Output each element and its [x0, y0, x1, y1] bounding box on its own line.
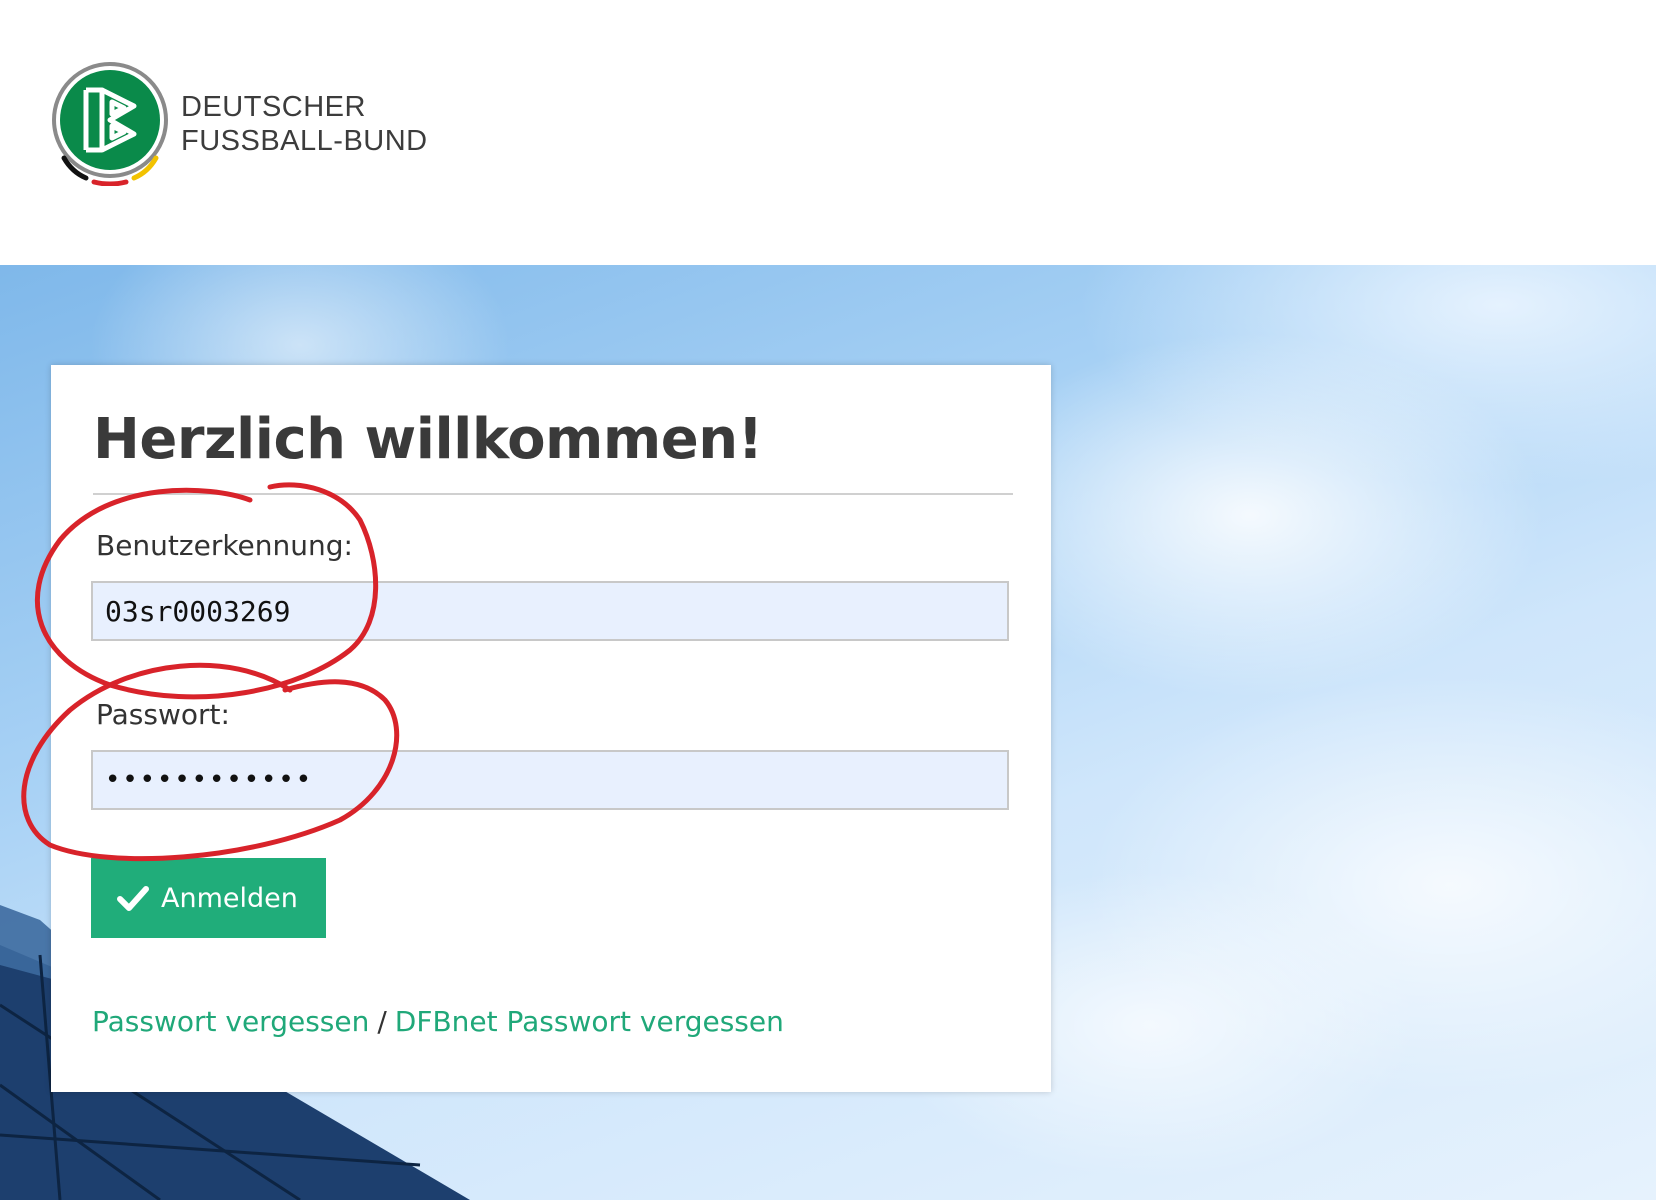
brand-line-1: DEUTSCHER — [181, 91, 366, 123]
forgot-dfbnet-password-link[interactable]: DFBnet Passwort vergessen — [395, 1005, 784, 1038]
check-icon — [117, 886, 149, 911]
brand-wordmark: DEUTSCHER FUSSBALL-BUND — [181, 90, 428, 158]
password-links: Passwort vergessen / DFBnet Passwort verge… — [92, 1005, 784, 1038]
dfb-logo[interactable]: DEUTSCHER FUSSBALL-BUND — [50, 62, 430, 192]
title-divider — [93, 493, 1013, 495]
login-button-label: Anmelden — [161, 882, 298, 914]
username-label: Benutzerkennung: — [96, 529, 353, 562]
dfb-emblem-icon — [52, 62, 168, 186]
username-field[interactable] — [91, 581, 1009, 641]
link-separator: / — [377, 1005, 387, 1038]
password-label: Passwort: — [96, 698, 230, 731]
page-title: Herzlich willkommen! — [93, 407, 763, 472]
login-card: Herzlich willkommen! Benutzerkennung: Pa… — [51, 365, 1051, 1092]
page-header: DEUTSCHER FUSSBALL-BUND — [0, 0, 1656, 265]
brand-line-2: FUSSBALL-BUND — [181, 125, 428, 157]
password-field[interactable] — [91, 750, 1009, 810]
forgot-password-link[interactable]: Passwort vergessen — [92, 1005, 369, 1038]
login-button[interactable]: Anmelden — [91, 858, 326, 938]
